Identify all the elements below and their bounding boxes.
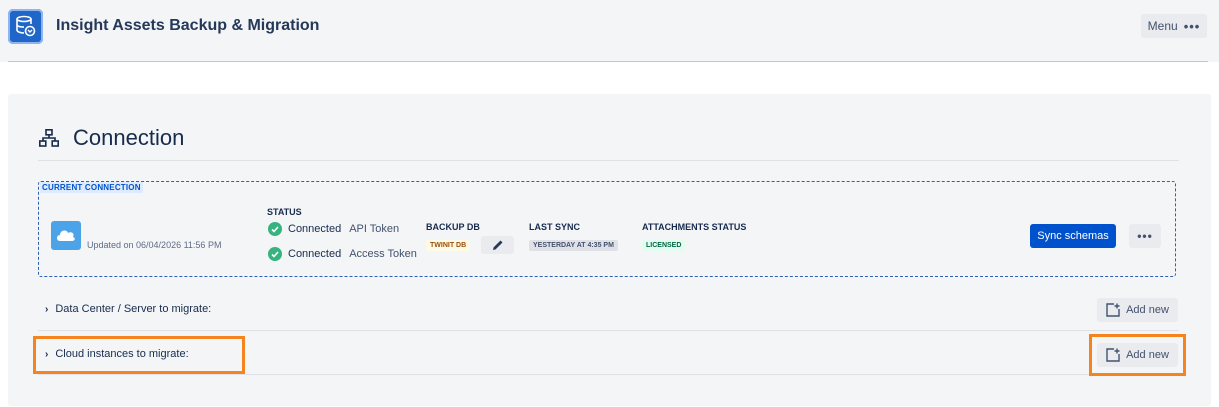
app-title: Insight Assets Backup & Migration [56,17,320,34]
chevron-right-icon: › [45,348,49,360]
attachments-status-header: ATTACHMENTS STATUS [642,222,747,232]
current-connection-card [38,181,1176,277]
last-sync-lozenge: YESTERDAY AT 4:35 PM [529,240,618,251]
last-sync-header: LAST SYNC [529,222,581,232]
more-icon: ••• [1183,18,1201,34]
check-circle-icon [268,222,282,236]
backup-db-lozenge: TWINIT DB [426,240,471,251]
status-state: Connected [288,248,342,260]
cloud-icon [51,221,81,250]
hierarchy-icon [39,129,59,152]
row-divider [38,374,1179,375]
sync-schemas-button[interactable]: Sync schemas [1030,224,1116,248]
add-new-label: Add new [1126,304,1169,316]
status-state: Connected [288,223,342,235]
pencil-icon [493,240,503,250]
add-page-icon [1106,348,1120,362]
check-circle-icon [268,247,282,261]
menu-label: Menu [1147,19,1178,33]
status-token: Access Token [349,248,417,260]
status-row-api: Connected API Token [268,222,399,236]
header-divider [8,61,1208,62]
section-title: Connection [73,125,185,150]
add-data-center-button[interactable]: Add new [1097,298,1178,322]
chevron-right-icon: › [45,303,49,315]
add-cloud-instance-button[interactable]: Add new [1097,343,1178,367]
status-header: STATUS [267,207,302,217]
status-token: API Token [349,223,400,235]
edit-backup-db-button[interactable] [481,236,514,254]
updated-timestamp: Updated on 06/04/2026 11:56 PM [87,240,222,250]
data-center-label: Data Center / Server to migrate: [55,303,212,315]
add-page-icon [1106,303,1120,317]
more-actions-button[interactable]: ••• [1129,224,1161,248]
cloud-instances-label: Cloud instances to migrate: [55,348,189,360]
app-logo-icon [8,9,43,44]
menu-button[interactable]: Menu ••• [1141,14,1207,38]
add-new-label: Add new [1126,349,1169,361]
cloud-instances-row[interactable]: › Cloud instances to migrate: [45,348,189,360]
status-row-access: Connected Access Token [268,247,417,261]
row-divider [38,330,1179,331]
current-connection-label: CURRENT CONNECTION [40,182,143,193]
data-center-row[interactable]: › Data Center / Server to migrate: [45,303,211,315]
backup-db-header: BACKUP DB [426,222,480,232]
attachments-status-lozenge: LICENSED [642,240,686,251]
title-divider [38,160,1179,161]
